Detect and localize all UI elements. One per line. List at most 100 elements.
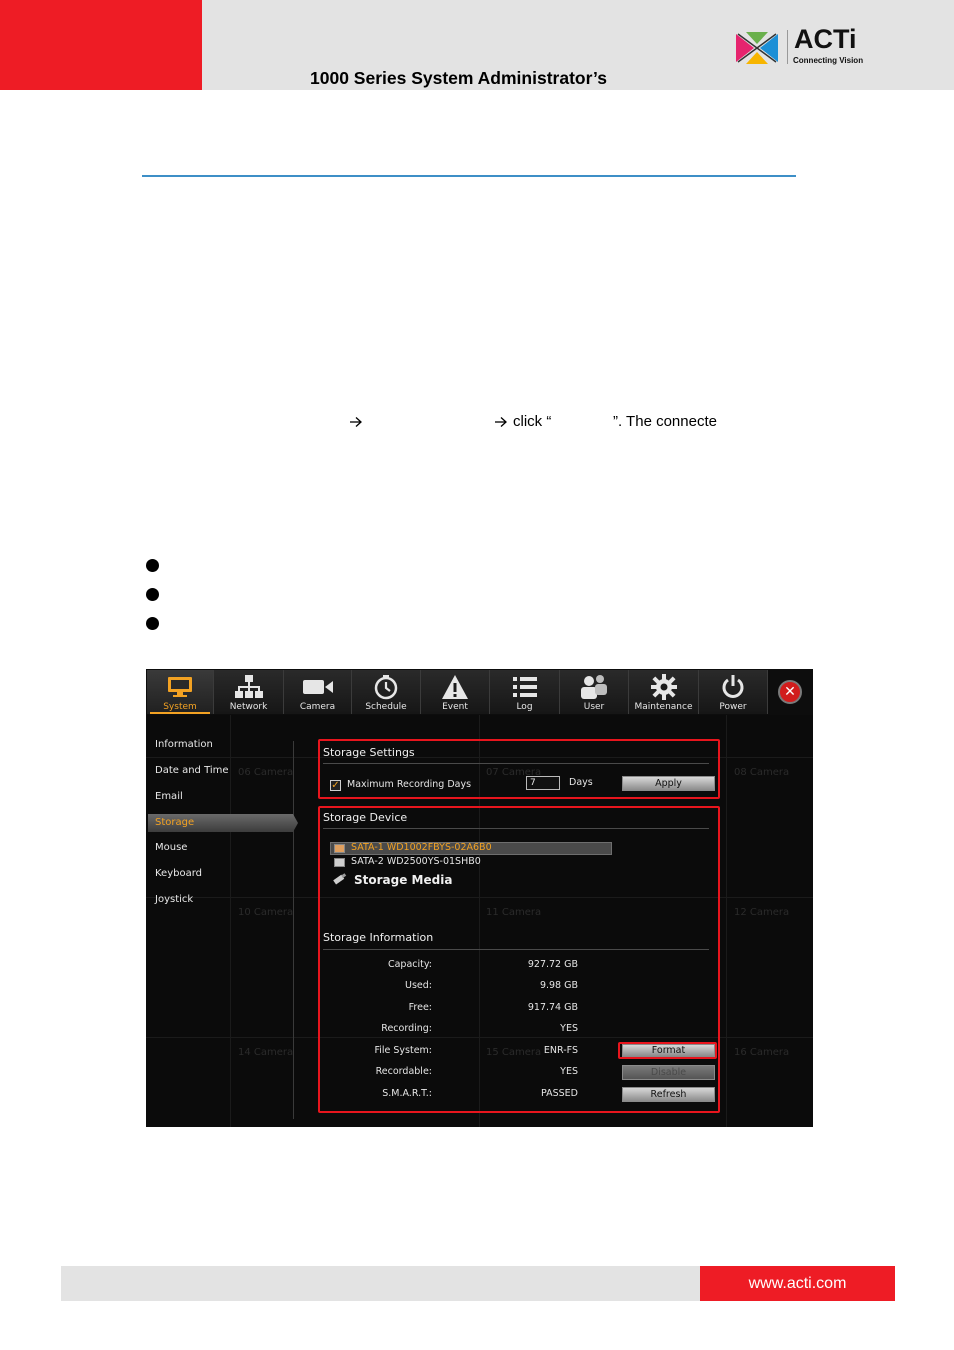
section-divider [323,828,709,829]
info-key-recording: Recording: [381,1023,432,1034]
tab-label: Log [516,702,533,712]
hard-disk-icon [334,858,345,867]
warning-icon [442,675,468,699]
storage-device-title: Storage Device [323,811,408,824]
sidebar-item-joystick[interactable]: Joystick [155,894,193,905]
tab-network[interactable]: Network [214,670,284,714]
grid-line [230,715,231,1127]
info-value-free: 917.74 GB [527,1002,578,1013]
tab-user[interactable]: User [560,670,629,714]
footer-bar [61,1266,700,1301]
document-title: 1000 Series System Administrator’s [310,68,607,88]
usb-drive-icon [333,873,347,885]
power-icon [722,675,744,698]
info-value-smart: PASSED [541,1088,578,1099]
section-rule [142,175,796,177]
info-value-used: 9.98 GB [539,980,578,991]
logo-wordmark: ACTi [794,24,857,54]
storage-media-label: Storage Media [354,873,453,887]
bullet-icon [146,588,159,601]
camera-icon [302,680,333,694]
camera-tile-label: 08 Camera [734,767,790,778]
arrow-right-icon [495,417,507,427]
info-value-recording: YES [560,1023,578,1034]
tab-system[interactable]: System [147,670,214,714]
section-divider [323,763,709,764]
info-key-file-system: File System: [374,1045,432,1056]
info-value-capacity: 927.72 GB [527,959,578,970]
info-key-smart: S.M.A.R.T.: [382,1088,432,1099]
tab-camera[interactable]: Camera [284,670,352,714]
header-red-block [0,0,202,90]
info-value-recordable: YES [560,1066,578,1077]
logo-mark-icon [736,32,778,64]
tab-schedule[interactable]: Schedule [352,670,421,714]
active-tab-indicator [150,712,210,714]
camera-tile-label: 10 Camera [238,907,294,918]
apply-button[interactable]: Apply [622,776,715,791]
monitor-icon [168,677,192,697]
close-button[interactable]: ✕ [778,680,802,704]
body-text-after: ”. The connecte [613,413,717,430]
users-icon [581,675,607,699]
arrow-right-icon [350,417,362,427]
info-value-file-system: ENR-FS [543,1045,578,1056]
tab-event[interactable]: Event [421,670,490,714]
footer-url: www.acti.com [700,1266,895,1301]
camera-tile-label: 06 Camera [238,767,294,778]
max-days-checkbox[interactable]: ✓ [330,780,341,791]
section-divider [323,949,709,950]
tab-label: Power [719,702,747,712]
logo-separator [787,30,788,64]
sidebar-item-label: Storage [155,817,195,828]
tab-label: User [583,702,605,712]
close-icon: ✕ [784,684,796,700]
disable-button[interactable]: Disable [622,1065,715,1080]
info-key-recordable: Recordable: [375,1066,432,1077]
tab-label: Schedule [365,702,407,712]
storage-device-item[interactable]: SATA-2 WD2500YS-01SHB0 [351,856,481,867]
clock-icon [374,675,398,700]
sidebar-item-keyboard[interactable]: Keyboard [155,868,202,879]
logo-tagline: Connecting Vision [793,56,864,65]
format-button[interactable]: Format [622,1044,715,1057]
bullet-icon [146,617,159,630]
tab-label: Maintenance [634,702,693,712]
acti-logo: ACTi Connecting Vision [734,24,874,70]
sidebar-item-mouse[interactable]: Mouse [155,842,187,853]
bullet-icon [146,559,159,572]
body-text-click: click “ [513,413,552,430]
tab-label: Camera [299,702,336,712]
tab-label: Event [442,702,468,712]
tab-log[interactable]: Log [490,670,560,714]
settings-tab-bar: System Network Camera Schedule Event Log… [146,669,813,715]
storage-information-title: Storage Information [323,931,434,944]
nvr-settings-screenshot: 06 Camera 07 Camera 08 Camera 10 Camera … [146,669,813,1127]
hard-disk-icon [334,844,345,853]
info-key-free: Free: [408,1002,432,1013]
camera-tile-label: 12 Camera [734,907,790,918]
sidebar-divider [293,741,294,1119]
sidebar-item-date-and-time[interactable]: Date and Time [155,765,229,776]
grid-line [726,715,727,1127]
network-icon [234,675,263,698]
storage-device-item[interactable]: SATA-1 WD1002FBYS-02A6B0 [351,842,492,853]
info-key-capacity: Capacity: [387,959,432,970]
tab-label: Network [229,702,268,712]
camera-tile-label: 16 Camera [734,1047,790,1058]
tab-maintenance[interactable]: Maintenance [629,670,699,714]
days-unit-label: Days [569,777,593,788]
sidebar-item-storage[interactable]: Storage [148,814,298,832]
refresh-button[interactable]: Refresh [622,1087,715,1102]
tab-label: System [163,702,197,712]
sidebar-item-information[interactable]: Information [155,739,213,750]
max-days-input[interactable]: 7 [526,776,560,790]
sidebar-item-email[interactable]: Email [155,791,183,802]
gear-icon [650,674,677,700]
storage-settings-title: Storage Settings [323,746,415,759]
camera-tile-label: 14 Camera [238,1047,294,1058]
tab-power[interactable]: Power [699,670,768,714]
max-days-label: Maximum Recording Days [347,779,472,790]
list-icon [512,677,537,697]
info-key-used: Used: [405,980,432,991]
